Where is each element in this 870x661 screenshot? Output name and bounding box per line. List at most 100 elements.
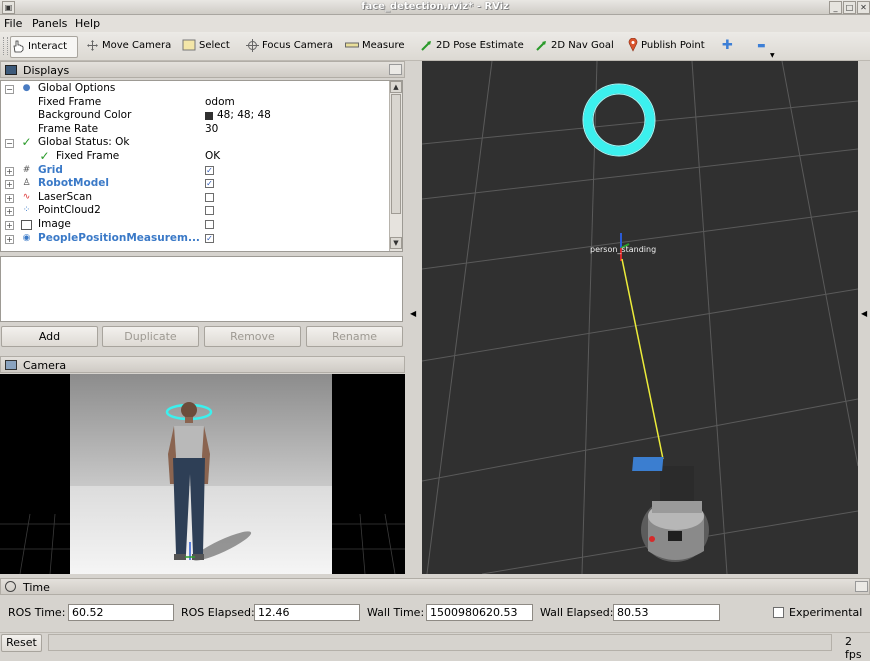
reset-button[interactable]: Reset — [1, 634, 42, 652]
remove-button[interactable]: Remove — [204, 326, 301, 347]
enable-checkbox[interactable] — [205, 206, 214, 215]
undock-button[interactable] — [855, 581, 868, 592]
tree-row-global-status[interactable]: − ✓ Global Status: Ok — [1, 136, 389, 150]
status-message — [48, 634, 832, 651]
viewport-scene: person_standing — [422, 61, 858, 574]
tree-row-fixed-frame[interactable]: Fixed Frame odom — [1, 96, 389, 110]
camera-view[interactable] — [0, 374, 405, 574]
monitor-icon — [5, 65, 17, 75]
green-arrow-icon — [421, 40, 431, 51]
tree-row-fixed-frame-status[interactable]: ✓ Fixed Frame OK — [1, 150, 389, 164]
remove-tool-dropdown-icon[interactable]: ▼ — [770, 52, 775, 59]
globe-icon: ● — [22, 83, 31, 93]
tree-scrollbar[interactable]: ▲ ▼ — [389, 81, 402, 251]
wall-elapsed-label: Wall Elapsed: — [540, 606, 614, 619]
measure-ruler-icon — [345, 42, 359, 48]
tool-publish-point-label: Publish Point — [641, 40, 705, 51]
tool-interact[interactable]: Interact — [10, 36, 78, 58]
duplicate-button[interactable]: Duplicate — [102, 326, 199, 347]
experimental-label: Experimental — [789, 606, 863, 619]
wall-time-field[interactable]: 1500980620.53 — [426, 604, 533, 621]
rename-button[interactable]: Rename — [306, 326, 403, 347]
tree-label: Fixed Frame — [56, 150, 120, 162]
add-button[interactable]: Add — [1, 326, 98, 347]
color-swatch[interactable] — [205, 112, 213, 120]
tree-row-laserscan[interactable]: + ∿ LaserScan — [1, 191, 389, 205]
tree-row-robotmodel[interactable]: + ♙ RobotModel ✓ — [1, 177, 389, 191]
menu-panels[interactable]: Panels — [32, 15, 67, 32]
tool-select[interactable]: Select — [182, 36, 230, 56]
tree-label: Background Color — [38, 109, 132, 121]
enable-checkbox[interactable]: ✓ — [205, 166, 214, 175]
undock-button[interactable] — [389, 64, 402, 75]
maximize-icon[interactable]: □ — [843, 1, 856, 14]
expand-icon[interactable]: + — [5, 207, 14, 216]
tree-row-grid[interactable]: + # Grid ✓ — [1, 164, 389, 178]
display-description-area — [0, 256, 403, 322]
tool-2d-pose-estimate[interactable]: 2D Pose Estimate — [420, 36, 524, 56]
scroll-thumb[interactable] — [391, 94, 401, 214]
expand-icon[interactable]: + — [5, 167, 14, 176]
tree-row-pointcloud2[interactable]: + ⁘ PointCloud2 — [1, 204, 389, 218]
person-label: person_standing — [590, 245, 656, 254]
collapse-icon[interactable]: − — [5, 139, 14, 148]
menu-help[interactable]: Help — [75, 15, 100, 32]
right-splitter[interactable]: ◀ — [858, 61, 870, 574]
people-icon: ◉ — [22, 233, 31, 243]
minimize-icon[interactable]: _ — [829, 1, 842, 14]
image-icon — [21, 220, 32, 230]
expand-icon[interactable]: + — [5, 221, 14, 230]
tree-value[interactable]: odom — [205, 96, 235, 110]
tree-value[interactable]: 48; 48; 48 — [217, 109, 271, 123]
tree-row-global-options[interactable]: − ● Global Options — [1, 82, 389, 96]
menu-file[interactable]: File — [4, 15, 22, 32]
expand-icon[interactable]: + — [5, 180, 14, 189]
face-marker-ring — [582, 83, 656, 157]
scroll-up-icon[interactable]: ▲ — [390, 81, 402, 93]
tree-row-image[interactable]: + Image — [1, 218, 389, 232]
tree-row-frame-rate[interactable]: Frame Rate 30 — [1, 123, 389, 137]
ros-time-field[interactable]: 60.52 — [68, 604, 174, 621]
tool-select-label: Select — [199, 40, 230, 51]
remove-tool-button[interactable]: ▬ — [757, 36, 766, 56]
expand-icon[interactable]: + — [5, 194, 14, 203]
scroll-down-icon[interactable]: ▼ — [390, 237, 402, 249]
3d-viewport[interactable]: person_standing — [422, 61, 858, 574]
tree-label: Image — [38, 218, 71, 230]
tool-2d-pose-estimate-label: 2D Pose Estimate — [436, 40, 524, 51]
close-icon[interactable]: ✕ — [857, 1, 870, 14]
camera-scene — [0, 374, 405, 574]
tree-row-people-position[interactable]: + ◉ PeoplePositionMeasurem... ✓ — [1, 232, 389, 246]
add-tool-button[interactable]: ✚ — [722, 36, 733, 56]
wall-elapsed-field[interactable]: 80.53 — [613, 604, 720, 621]
tree-row-background-color[interactable]: Background Color 48; 48; 48 — [1, 109, 389, 123]
collapse-right-icon[interactable]: ◀ — [861, 309, 867, 318]
panel-splitter[interactable]: ◀ — [405, 61, 422, 574]
ros-elapsed-field[interactable]: 12.46 — [254, 604, 360, 621]
green-arrow-icon — [536, 40, 546, 51]
tool-measure[interactable]: Measure — [345, 36, 405, 56]
tree-value[interactable]: 30 — [205, 123, 218, 137]
collapse-icon[interactable]: − — [5, 85, 14, 94]
collapse-left-icon[interactable]: ◀ — [410, 309, 416, 318]
experimental-checkbox[interactable] — [773, 607, 784, 618]
enable-checkbox[interactable] — [205, 220, 214, 229]
window-menu-icon[interactable]: ▣ — [2, 1, 15, 14]
enable-checkbox[interactable] — [205, 193, 214, 202]
tree-value: OK — [205, 150, 221, 162]
tree-label: Global Status: Ok — [38, 136, 130, 148]
tool-publish-point[interactable]: Publish Point — [628, 36, 705, 56]
menu-bar: File Panels Help — [0, 15, 870, 32]
expand-icon[interactable]: + — [5, 235, 14, 244]
enable-checkbox[interactable]: ✓ — [205, 179, 214, 188]
tool-2d-nav-goal[interactable]: 2D Nav Goal — [535, 36, 614, 56]
tree-label: LaserScan — [38, 191, 93, 203]
enable-checkbox[interactable]: ✓ — [205, 234, 214, 243]
tool-focus-camera[interactable]: Focus Camera — [246, 36, 333, 56]
map-pin-icon — [628, 38, 638, 52]
tool-move-camera[interactable]: Move Camera — [86, 36, 171, 56]
plus-icon: ✚ — [722, 38, 733, 53]
grid-icon: # — [22, 165, 31, 175]
toolbar-grip[interactable] — [3, 37, 8, 55]
time-header: Time — [0, 578, 870, 595]
